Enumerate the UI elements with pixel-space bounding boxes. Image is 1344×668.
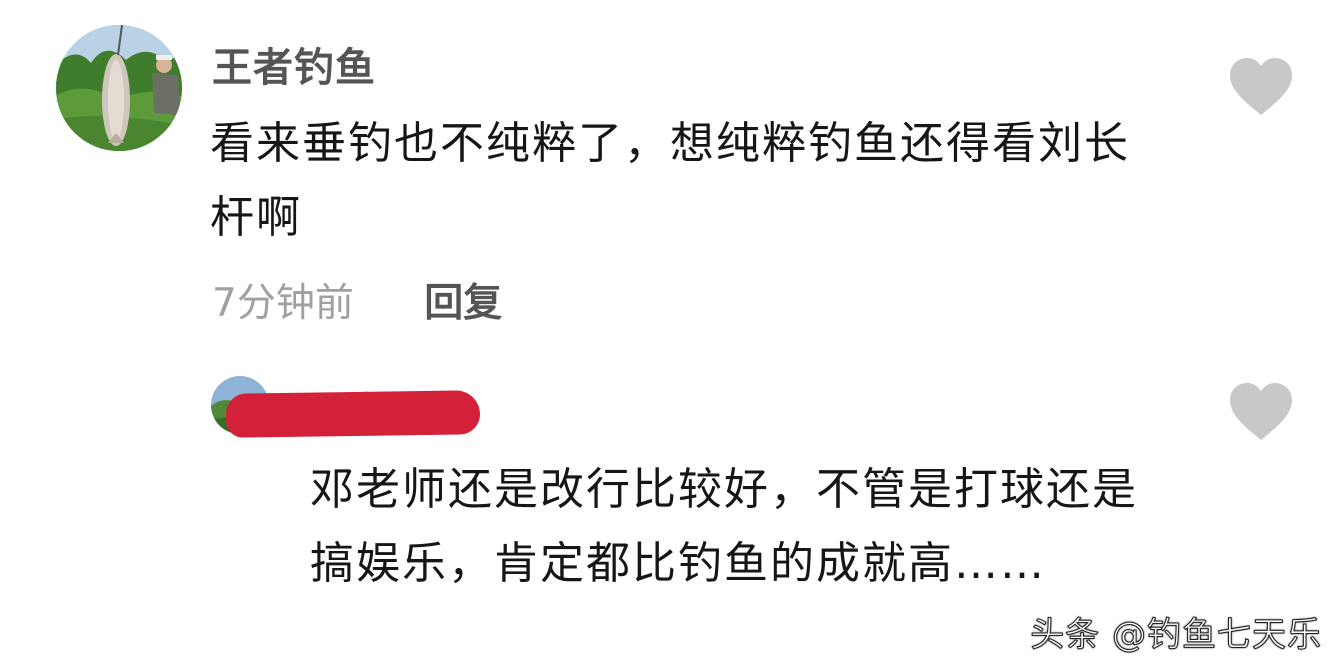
watermark: 头条 @钓鱼七天乐 (1030, 615, 1322, 656)
like-button[interactable] (1228, 57, 1294, 117)
comment-text: 看来垂钓也不纯粹了，想纯粹钓鱼还得看刘长杆啊 (210, 118, 1130, 243)
reply-button[interactable]: 回复 (424, 281, 502, 326)
comment-item: 王者钓鱼 看来垂钓也不纯粹了，想纯粹钓鱼还得看刘长杆啊 7分钟前 回复 (0, 0, 1344, 340)
fisherman-avatar-icon (56, 25, 182, 151)
comment-meta: 7分钟前 回复 (212, 272, 502, 328)
redaction-mark (225, 390, 481, 438)
username[interactable]: 王者钓鱼 (212, 35, 376, 93)
comment-text: 邓老师还是改行比较好，不管是打球还是搞娱乐，肯定都比钓鱼的成就高…… (310, 464, 1138, 589)
avatar[interactable] (56, 25, 182, 151)
like-button[interactable] (1228, 382, 1294, 442)
timestamp: 7分钟前 (212, 281, 354, 326)
heart-icon (1230, 58, 1292, 115)
heart-icon (1230, 383, 1292, 440)
